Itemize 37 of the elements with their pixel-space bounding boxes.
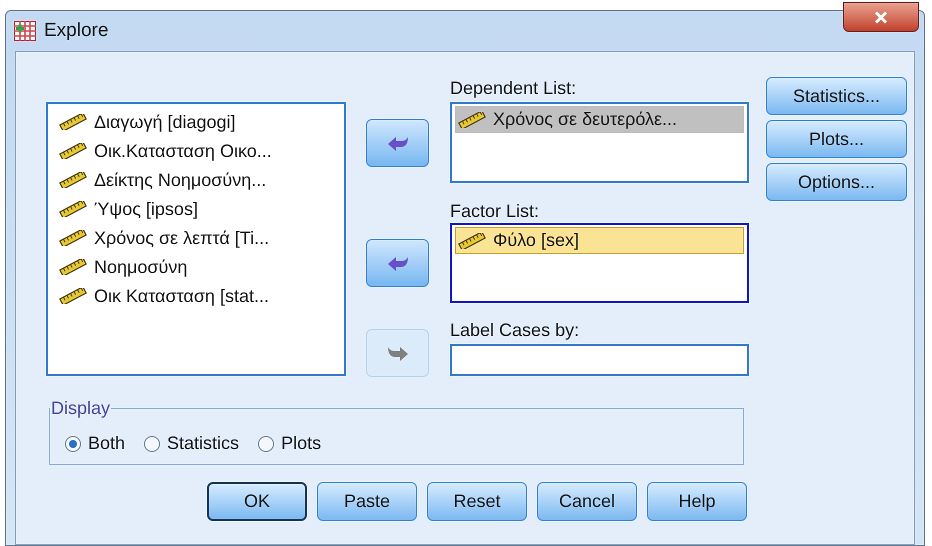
left-arrow-icon (386, 135, 408, 151)
dialog-button[interactable]: Statistics... (766, 77, 907, 115)
dialog-button[interactable]: OK (207, 482, 307, 521)
label-cases-field[interactable] (450, 344, 749, 376)
radio-option[interactable]: Both (64, 430, 126, 457)
field-label: Label Cases by: (450, 319, 580, 341)
variable-item[interactable]: Φύλο [sex] (455, 227, 744, 254)
variable-item[interactable]: Δείκτης Νοημοσύνη... (56, 166, 344, 194)
dialog-button[interactable]: Help (647, 482, 747, 521)
close-button[interactable] (843, 2, 919, 32)
variable-item[interactable]: Νοημοσύνη (56, 253, 344, 281)
dialog-button[interactable]: Options... (766, 163, 907, 201)
dialog-button[interactable]: Plots... (766, 120, 907, 158)
close-icon (874, 10, 888, 24)
dialog-button[interactable]: Paste (317, 482, 417, 521)
field-label: Dependent List: (450, 77, 578, 99)
variable-item[interactable]: Διαγωγή [diagogi] (56, 108, 344, 136)
variable-item[interactable]: Χρόνος σε λεπτά [Ti... (56, 224, 344, 252)
dialog-button[interactable]: Cancel (537, 482, 637, 521)
variable-item[interactable]: Χρόνος σε δευτερόλε... (455, 106, 744, 133)
variable-item[interactable]: Οικ Κατασταση [stat... (56, 282, 344, 310)
variable-item[interactable]: Ύψος [ipsos] (56, 195, 344, 223)
move-button[interactable] (366, 119, 429, 167)
window-title: Explore (44, 18, 108, 43)
field-label: Factor List: (450, 200, 540, 222)
radio-option[interactable]: Plots (257, 430, 322, 457)
app-grid-icon (14, 21, 36, 41)
dependent-list[interactable]: Χρόνος σε δευτερόλε... (450, 102, 749, 183)
variable-list[interactable]: Διαγωγή [diagogi] Οικ.Κατασταση Οικο... Δείκτης Νοημοσύνη... Ύψος [ipsos] Χρόνος σε λεπτά [Ti... Νοημοσύνη Οικ Κατασταση [stat... (46, 102, 346, 376)
radio-option[interactable]: Statistics (143, 430, 240, 457)
left-arrow-icon (386, 255, 408, 271)
move-button[interactable] (366, 239, 429, 287)
group-title: Display (50, 397, 112, 420)
dialog-button[interactable]: Reset (427, 482, 527, 521)
factor-list[interactable]: Φύλο [sex] (450, 223, 749, 303)
right-arrow-icon (386, 345, 408, 361)
variable-item[interactable]: Οικ.Κατασταση Οικο... (56, 137, 344, 165)
